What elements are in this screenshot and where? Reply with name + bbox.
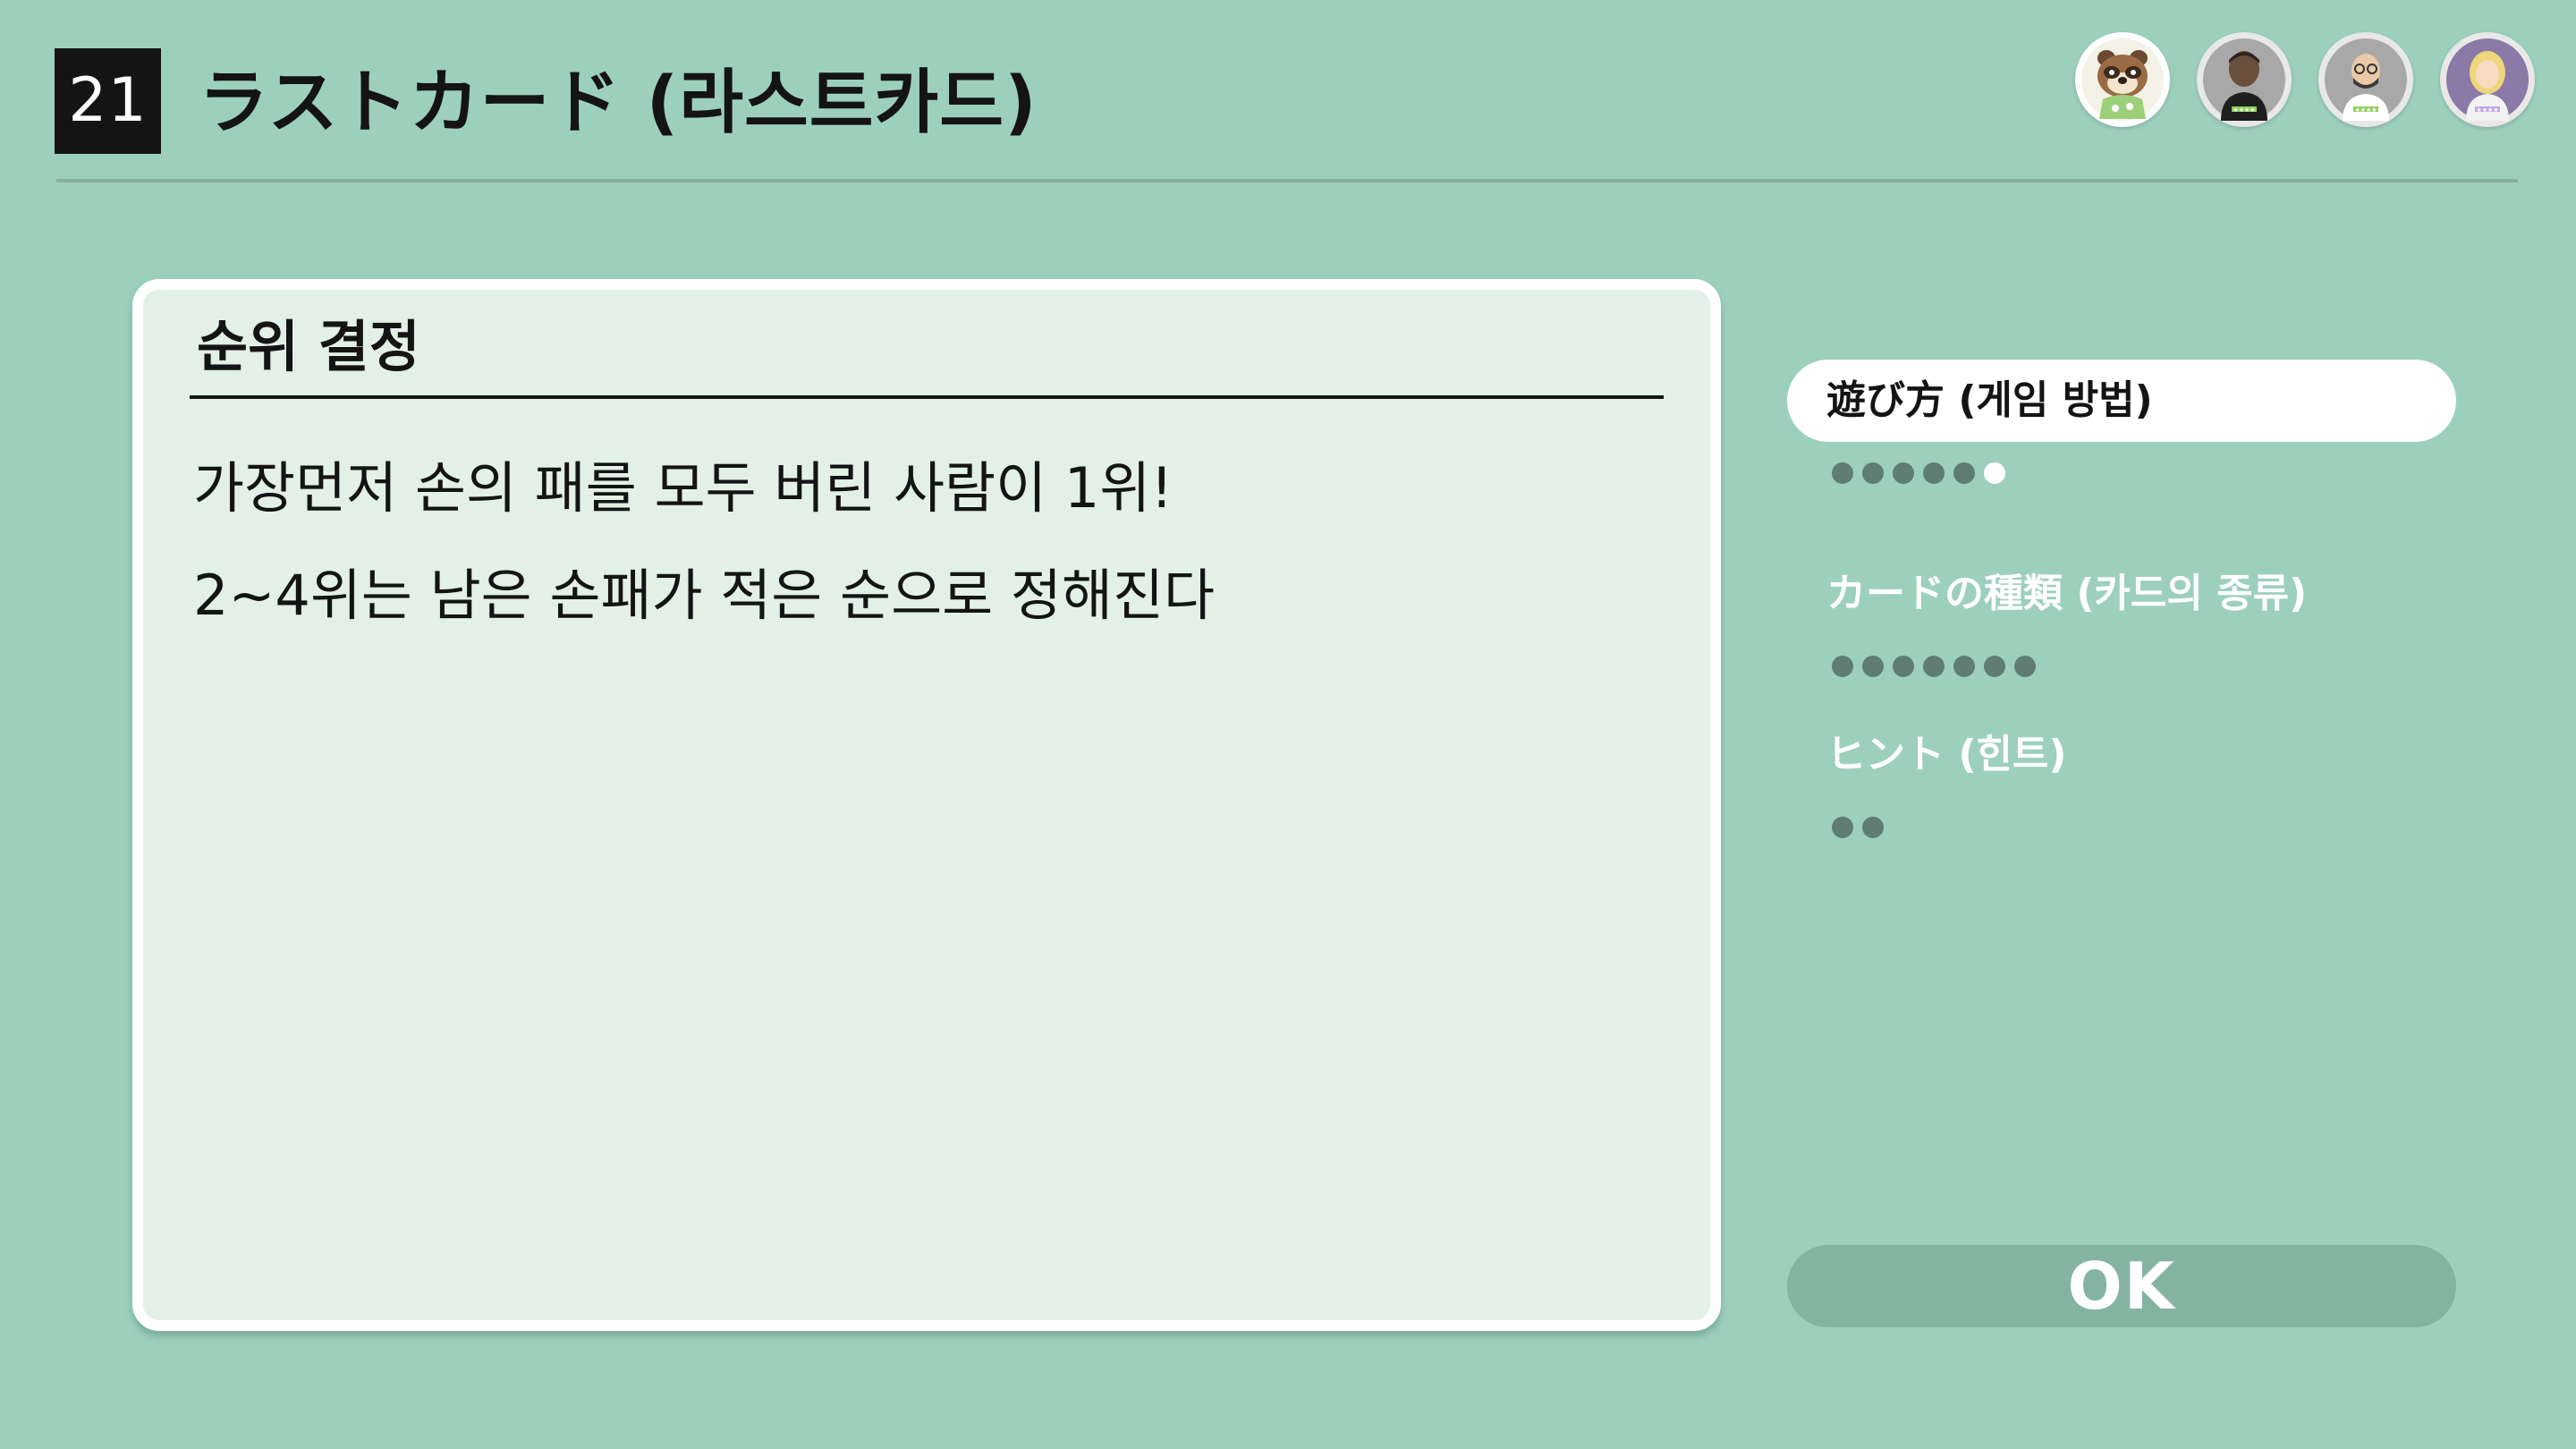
mii-avatar-icon: ★★★★ (2318, 32, 2413, 127)
mii-avatar-icon: ★★★★ (2440, 32, 2535, 127)
rule-text-line: 2~4위는 남은 손패가 적은 순으로 정해진다 (193, 563, 1216, 628)
panel-heading: 순위 결정 (197, 314, 420, 379)
menu-item-hints[interactable]: ヒント (힌트) (1787, 714, 2456, 796)
game-title: ラストカード (라스트카드) (199, 63, 1038, 143)
rules-panel: 순위 결정 가장먼저 손의 패를 모두 버린 사람이 1위! 2~4위는 남은 … (132, 279, 1721, 1331)
page-dot (1953, 462, 1975, 484)
player-avatars: ★★★★ ★★★★ ★★★★ (2075, 32, 2540, 131)
page-dot (1832, 462, 1853, 484)
page-dot (1893, 656, 1914, 677)
page-dot (2014, 656, 2036, 677)
page-dot (1862, 462, 1884, 484)
panel-heading-divider (190, 395, 1664, 399)
svg-text:★★★★: ★★★★ (2233, 106, 2255, 114)
svg-text:★★★★: ★★★★ (2354, 106, 2377, 114)
page-dot (1862, 817, 1884, 838)
page-indicator-how-to-play (1832, 460, 2005, 487)
svg-text:★★★★: ★★★★ (2476, 106, 2498, 114)
page-dot (1953, 656, 1975, 677)
page-dot (1923, 656, 1945, 677)
page-indicator-hints (1832, 814, 1884, 841)
tanuki-avatar-icon (2075, 32, 2170, 127)
page-dot-current (1984, 462, 2005, 484)
game-number-badge: 21 (55, 48, 161, 154)
menu-item-how-to-play[interactable]: 遊び方 (게임 방법) (1787, 360, 2456, 442)
page-dot (1832, 817, 1853, 838)
page-dot (1832, 656, 1853, 677)
page-indicator-card-types (1832, 653, 2036, 680)
mii-avatar-icon: ★★★★ (2197, 32, 2292, 127)
page-dot (1923, 462, 1945, 484)
rule-text-line: 가장먼저 손의 패를 모두 버린 사람이 1위! (193, 455, 1174, 521)
ok-button[interactable]: OK (1787, 1245, 2456, 1327)
header-divider (56, 179, 2518, 182)
page-dot (1893, 462, 1914, 484)
page-dot (1862, 656, 1884, 677)
menu-item-card-types[interactable]: カードの種類 (카드의 종류) (1787, 553, 2456, 635)
page-dot (1984, 656, 2005, 677)
